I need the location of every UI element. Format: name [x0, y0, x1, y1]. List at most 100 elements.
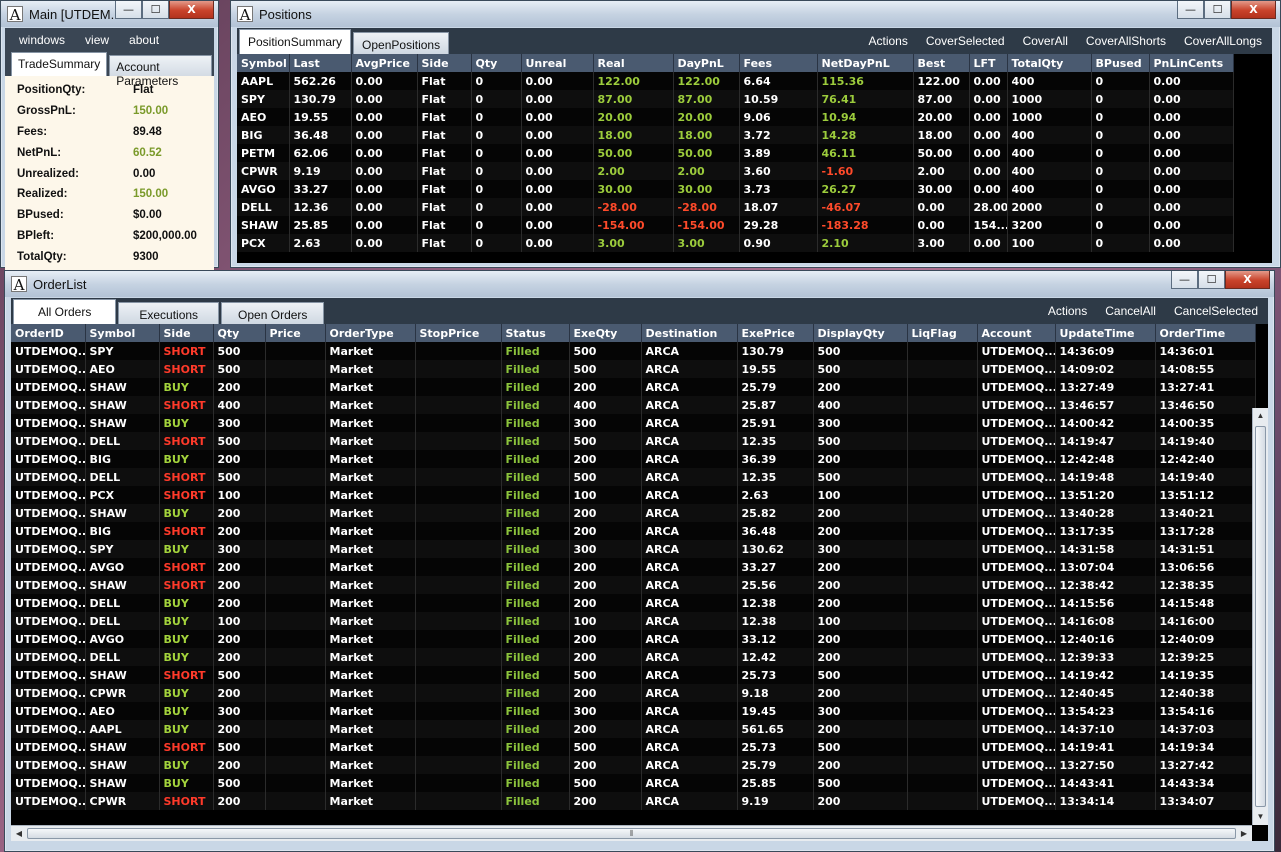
scroll-up-icon[interactable]: ▲: [1253, 408, 1268, 424]
table-row[interactable]: UTDEMOQ... DELL BUY 200 Market Filled 200 ARCA 1…: [11, 648, 1256, 666]
column-header-liqflag[interactable]: LiqFlag: [907, 324, 978, 342]
tab-trade-summary[interactable]: TradeSummary: [11, 52, 108, 76]
table-row[interactable]: UTDEMOQ... SPY BUY 300 Market Filled 300 ARCA 13…: [11, 540, 1256, 558]
menu-about[interactable]: about: [129, 33, 159, 47]
table-row[interactable]: UTDEMOQ... AVGO SHORT 200 Market Filled 200 ARC…: [11, 558, 1256, 576]
table-row[interactable]: SHAW 25.85 0.00 Flat 0 0.00 -154.00 -154.00 29.2…: [237, 216, 1234, 234]
table-row[interactable]: UTDEMOQ... SHAW SHORT 400 Market Filled 400 ARC…: [11, 396, 1256, 414]
column-header-updatetime[interactable]: UpdateTime: [1055, 324, 1156, 342]
vertical-scroll-thumb[interactable]: [1255, 426, 1266, 807]
table-row[interactable]: UTDEMOQ... SHAW BUY 500 Market Filled 500 ARCA 2…: [11, 774, 1256, 792]
column-header-symbol[interactable]: Symbol: [237, 54, 290, 72]
maximize-icon[interactable]: ☐: [1204, 1, 1231, 19]
column-header-stopprice[interactable]: StopPrice: [415, 324, 502, 342]
column-header-real[interactable]: Real: [593, 54, 674, 72]
close-icon[interactable]: X: [169, 1, 214, 19]
action-coverallshorts[interactable]: CoverAllShorts: [1086, 34, 1166, 48]
table-row[interactable]: UTDEMOQ... AEO BUY 300 Market Filled 300 ARCA 19…: [11, 702, 1256, 720]
column-header-bpused[interactable]: BPused: [1091, 54, 1150, 72]
column-header-status[interactable]: Status: [501, 324, 570, 342]
table-row[interactable]: UTDEMOQ... SHAW BUY 200 Market Filled 200 ARCA 2…: [11, 504, 1256, 522]
column-header-side[interactable]: Side: [417, 54, 472, 72]
column-header-best[interactable]: Best: [913, 54, 970, 72]
close-icon[interactable]: X: [1225, 271, 1270, 289]
column-header-ordertype[interactable]: OrderType: [325, 324, 416, 342]
table-row[interactable]: UTDEMOQ... AEO SHORT 500 Market Filled 500 ARCA…: [11, 360, 1256, 378]
positions-titlebar[interactable]: A Positions — ☐ X: [231, 1, 1280, 27]
column-header-exeprice[interactable]: ExePrice: [737, 324, 814, 342]
orders-vertical-scrollbar[interactable]: ▲ ▼: [1252, 408, 1268, 825]
minimize-icon[interactable]: —: [1171, 271, 1198, 289]
table-row[interactable]: UTDEMOQ... BIG SHORT 200 Market Filled 200 ARCA…: [11, 522, 1256, 540]
maximize-icon[interactable]: ☐: [1198, 271, 1225, 289]
column-header-qty[interactable]: Qty: [471, 54, 522, 72]
action-coverall[interactable]: CoverAll: [1023, 34, 1068, 48]
tab-open-orders[interactable]: Open Orders: [221, 302, 325, 324]
column-header-destination[interactable]: Destination: [641, 324, 738, 342]
table-row[interactable]: AAPL 562.26 0.00 Flat 0 0.00 122.00 122.00 6.64 1…: [237, 72, 1234, 90]
column-header-price[interactable]: Price: [265, 324, 326, 342]
action-cancelselected[interactable]: CancelSelected: [1174, 304, 1258, 318]
action-cancelall[interactable]: CancelAll: [1105, 304, 1156, 318]
table-row[interactable]: UTDEMOQ... DELL BUY 100 Market Filled 100 ARCA 1…: [11, 612, 1256, 630]
column-header-daypnl[interactable]: DayPnL: [673, 54, 740, 72]
column-header-fees[interactable]: Fees: [739, 54, 818, 72]
main-titlebar[interactable]: A Main [UTDEM... — ☐ X: [1, 1, 218, 27]
table-row[interactable]: UTDEMOQ... DELL BUY 200 Market Filled 200 ARCA 1…: [11, 594, 1256, 612]
table-row[interactable]: UTDEMOQ... AVGO BUY 200 Market Filled 200 ARCA 3…: [11, 630, 1256, 648]
action-actions[interactable]: Actions: [868, 34, 907, 48]
column-header-orderid[interactable]: OrderID: [11, 324, 86, 342]
table-row[interactable]: UTDEMOQ... CPWR SHORT 200 Market Filled 200 ARC…: [11, 792, 1256, 810]
minimize-icon[interactable]: —: [115, 1, 142, 19]
column-header-avgprice[interactable]: AvgPrice: [351, 54, 418, 72]
close-icon[interactable]: X: [1231, 1, 1276, 19]
tab-all-orders[interactable]: All Orders: [13, 299, 117, 324]
table-row[interactable]: UTDEMOQ... SHAW BUY 200 Market Filled 200 ARCA 2…: [11, 756, 1256, 774]
scroll-down-icon[interactable]: ▼: [1253, 809, 1268, 825]
table-row[interactable]: UTDEMOQ... SPY SHORT 500 Market Filled 500 ARCA…: [11, 342, 1256, 360]
table-row[interactable]: BIG 36.48 0.00 Flat 0 0.00 18.00 18.00 3.72 14.28…: [237, 126, 1234, 144]
table-row[interactable]: UTDEMOQ... DELL SHORT 500 Market Filled 500 ARC…: [11, 468, 1256, 486]
tab-position-summary[interactable]: PositionSummary: [239, 29, 352, 54]
column-header-totalqty[interactable]: TotalQty: [1007, 54, 1092, 72]
maximize-icon[interactable]: ☐: [142, 1, 169, 19]
horizontal-scroll-thumb[interactable]: ⦀: [27, 828, 1236, 839]
column-header-exeqty[interactable]: ExeQty: [569, 324, 642, 342]
table-row[interactable]: UTDEMOQ... CPWR BUY 200 Market Filled 200 ARCA 9…: [11, 684, 1256, 702]
column-header-side[interactable]: Side: [159, 324, 214, 342]
action-coveralllongs[interactable]: CoverAllLongs: [1184, 34, 1262, 48]
orderlist-titlebar[interactable]: A OrderList — ☐ X: [5, 271, 1274, 297]
table-row[interactable]: CPWR 9.19 0.00 Flat 0 0.00 2.00 2.00 3.60 -1.60 2.…: [237, 162, 1234, 180]
column-header-last[interactable]: Last: [289, 54, 352, 72]
column-header-pnlincents[interactable]: PnLinCents: [1149, 54, 1234, 72]
column-header-account[interactable]: Account: [977, 324, 1056, 342]
table-row[interactable]: SPY 130.79 0.00 Flat 0 0.00 87.00 87.00 10.59 76.…: [237, 90, 1234, 108]
column-header-ordertime[interactable]: OrderTime: [1155, 324, 1256, 342]
tab-executions[interactable]: Executions: [118, 302, 220, 324]
menu-windows[interactable]: windows: [19, 33, 65, 47]
column-header-lft[interactable]: LFT: [969, 54, 1008, 72]
table-row[interactable]: UTDEMOQ... BIG BUY 200 Market Filled 200 ARCA 36…: [11, 450, 1256, 468]
action-coverselected[interactable]: CoverSelected: [926, 34, 1005, 48]
table-row[interactable]: UTDEMOQ... SHAW SHORT 500 Market Filled 500 ARC…: [11, 666, 1256, 684]
table-row[interactable]: UTDEMOQ... DELL SHORT 500 Market Filled 500 ARC…: [11, 432, 1256, 450]
scroll-right-icon[interactable]: ▶: [1236, 826, 1252, 841]
table-row[interactable]: AVGO 33.27 0.00 Flat 0 0.00 30.00 30.00 3.73 26.2…: [237, 180, 1234, 198]
table-row[interactable]: DELL 12.36 0.00 Flat 0 0.00 -28.00 -28.00 18.07-…: [237, 198, 1234, 216]
tab-open-positions[interactable]: OpenPositions: [353, 32, 450, 54]
scroll-left-icon[interactable]: ◀: [11, 826, 27, 841]
table-row[interactable]: PCX 2.63 0.00 Flat 0 0.00 3.00 3.00 0.90 2.10 3.00…: [237, 234, 1234, 252]
table-row[interactable]: AEO 19.55 0.00 Flat 0 0.00 20.00 20.00 9.06 10.94…: [237, 108, 1234, 126]
orders-horizontal-scrollbar[interactable]: ◀ ⦀ ▶: [11, 825, 1252, 841]
column-header-displayqty[interactable]: DisplayQty: [813, 324, 908, 342]
table-row[interactable]: UTDEMOQ... SHAW BUY 200 Market Filled 200 ARCA 2…: [11, 378, 1256, 396]
column-header-qty[interactable]: Qty: [213, 324, 266, 342]
column-header-netdaypnl[interactable]: NetDayPnL: [817, 54, 914, 72]
action-actions[interactable]: Actions: [1048, 304, 1087, 318]
table-row[interactable]: UTDEMOQ... AAPL BUY 200 Market Filled 200 ARCA 5…: [11, 720, 1256, 738]
table-row[interactable]: PETM 62.06 0.00 Flat 0 0.00 50.00 50.00 3.89 46.1…: [237, 144, 1234, 162]
tab-account-parameters[interactable]: Account Parameters: [109, 55, 212, 88]
column-header-unreal[interactable]: Unreal: [521, 54, 594, 72]
column-header-symbol[interactable]: Symbol: [85, 324, 160, 342]
table-row[interactable]: UTDEMOQ... SHAW SHORT 200 Market Filled 200 ARC…: [11, 576, 1256, 594]
